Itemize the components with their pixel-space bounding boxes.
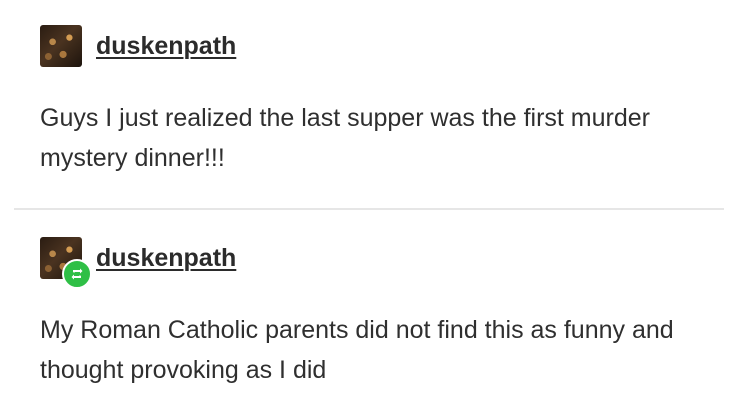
- post-divider: [14, 208, 724, 210]
- username-link[interactable]: duskenpath: [96, 244, 236, 273]
- avatar[interactable]: [40, 237, 92, 289]
- username-link[interactable]: duskenpath: [96, 32, 236, 61]
- post-header: duskenpath: [40, 236, 730, 289]
- post-header: duskenpath: [40, 24, 730, 68]
- reblog-post: duskenpath My Roman Catholic parents did…: [40, 236, 730, 390]
- avatar[interactable]: [40, 25, 82, 67]
- post-body: My Roman Catholic parents did not find t…: [40, 316, 674, 384]
- post-body: Guys I just realized the last supper was…: [40, 104, 650, 172]
- reblog-icon: [62, 259, 92, 289]
- original-post: duskenpath Guys I just realized the last…: [40, 24, 730, 178]
